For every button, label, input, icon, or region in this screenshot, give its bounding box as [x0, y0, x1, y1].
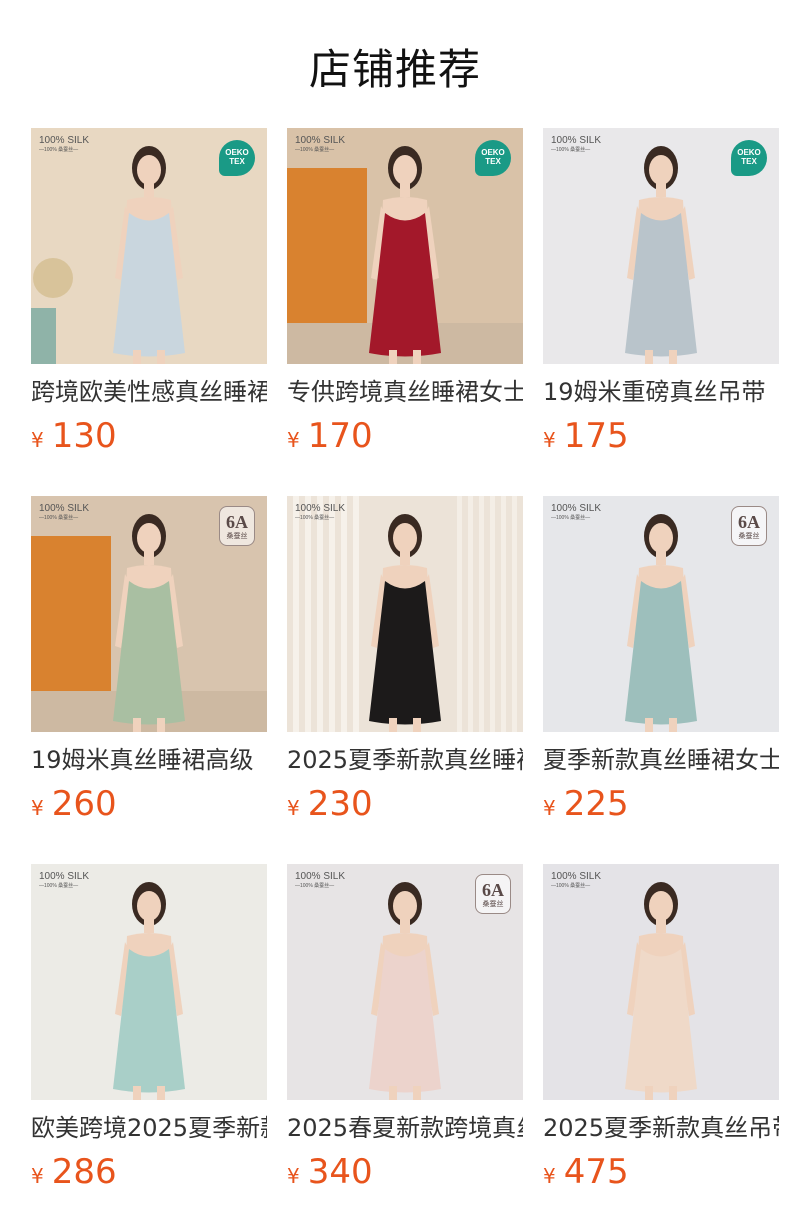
silk-logo-subtext: —100% 桑蚕丝—: [295, 147, 335, 153]
silk-logo: 100% SILK —100% 桑蚕丝—: [551, 872, 601, 889]
product-price: ¥170: [287, 416, 523, 456]
product-image[interactable]: 100% SILK —100% 桑蚕丝—: [31, 864, 267, 1100]
product-price: ¥175: [543, 416, 779, 456]
silk-logo-subtext: —100% 桑蚕丝—: [551, 883, 591, 889]
silk-logo-text: 100% SILK: [39, 135, 90, 146]
section-title: 店铺推荐: [308, 45, 481, 94]
oeko-tex-badge: OEKO TEX: [219, 140, 255, 176]
currency-symbol: ¥: [287, 1164, 300, 1188]
silk-logo: 100% SILK —100% 桑蚕丝—: [295, 872, 345, 889]
price-value: 175: [563, 416, 629, 456]
oeko-tex-badge: OEKO TEX: [731, 140, 767, 176]
product-price: ¥260: [31, 784, 267, 824]
product-name[interactable]: 专供跨境真丝睡裙女士: [287, 377, 523, 407]
silk-logo-subtext: —100% 桑蚕丝—: [39, 883, 79, 889]
product-grid: 100% SILK —100% 桑蚕丝— OEKO TEX 跨境欧美性感真丝睡裙 ¥130…: [31, 128, 790, 1232]
product-name[interactable]: 欧美跨境2025夏季新款: [31, 1113, 267, 1143]
silk-logo-subtext: —100% 桑蚕丝—: [551, 147, 591, 153]
currency-symbol: ¥: [31, 796, 44, 820]
product-image[interactable]: 100% SILK —100% 桑蚕丝—: [287, 496, 523, 732]
silk-logo: 100% SILK —100% 桑蚕丝—: [39, 872, 89, 889]
product-price: ¥340: [287, 1152, 523, 1192]
product-image[interactable]: 100% SILK —100% 桑蚕丝— OEKO TEX: [543, 128, 779, 364]
silk-logo-text: 100% SILK: [551, 871, 602, 882]
silk-logo: 100% SILK —100% 桑蚕丝—: [39, 504, 89, 521]
price-value: 475: [563, 1152, 629, 1192]
product-image[interactable]: 100% SILK —100% 桑蚕丝— OEKO TEX: [31, 128, 267, 364]
product-image[interactable]: 100% SILK —100% 桑蚕丝—: [543, 864, 779, 1100]
product-card[interactable]: 100% SILK —100% 桑蚕丝— 2025夏季新款真丝睡裙 ¥230: [287, 496, 523, 864]
grade-6a-badge: 6A 桑蚕丝: [475, 874, 511, 914]
silk-logo: 100% SILK —100% 桑蚕丝—: [295, 136, 345, 153]
price-value: 225: [563, 784, 629, 824]
product-image[interactable]: 100% SILK —100% 桑蚕丝— 6A 桑蚕丝: [543, 496, 779, 732]
silk-logo-subtext: —100% 桑蚕丝—: [295, 515, 335, 521]
product-price: ¥230: [287, 784, 523, 824]
product-price: ¥130: [31, 416, 267, 456]
product-card[interactable]: 100% SILK —100% 桑蚕丝— 6A 桑蚕丝夏季新款真丝睡裙女士 ¥225: [543, 496, 779, 864]
silk-logo-text: 100% SILK: [295, 135, 346, 146]
grade-6a-badge: 6A 桑蚕丝: [731, 506, 767, 546]
product-name[interactable]: 夏季新款真丝睡裙女士: [543, 745, 779, 775]
currency-symbol: ¥: [543, 428, 556, 452]
price-value: 340: [307, 1152, 373, 1192]
price-value: 230: [307, 784, 373, 824]
product-price: ¥286: [31, 1152, 267, 1192]
product-price: ¥225: [543, 784, 779, 824]
currency-symbol: ¥: [543, 796, 556, 820]
product-image[interactable]: 100% SILK —100% 桑蚕丝— 6A 桑蚕丝: [31, 496, 267, 732]
product-card[interactable]: 100% SILK —100% 桑蚕丝— OEKO TEX 跨境欧美性感真丝睡裙 ¥130: [31, 128, 267, 496]
oeko-tex-badge: OEKO TEX: [475, 140, 511, 176]
price-value: 260: [51, 784, 117, 824]
product-card[interactable]: 100% SILK —100% 桑蚕丝— OEKO TEX 19姆米重磅真丝吊带 ¥175: [543, 128, 779, 496]
silk-logo-subtext: —100% 桑蚕丝—: [295, 883, 335, 889]
currency-symbol: ¥: [287, 796, 300, 820]
silk-logo-subtext: —100% 桑蚕丝—: [39, 515, 79, 521]
silk-logo-text: 100% SILK: [551, 135, 602, 146]
product-name[interactable]: 2025春夏新款跨境真丝: [287, 1113, 523, 1143]
silk-logo: 100% SILK —100% 桑蚕丝—: [295, 504, 345, 521]
silk-logo-text: 100% SILK: [295, 871, 346, 882]
product-card[interactable]: 100% SILK —100% 桑蚕丝— 6A 桑蚕丝 2025春夏新款跨境真丝 ¥340: [287, 864, 523, 1232]
product-image[interactable]: 100% SILK —100% 桑蚕丝— 6A 桑蚕丝: [287, 864, 523, 1100]
price-value: 170: [307, 416, 373, 456]
silk-logo-text: 100% SILK: [39, 871, 90, 882]
price-value: 286: [51, 1152, 117, 1192]
silk-logo-subtext: —100% 桑蚕丝—: [551, 515, 591, 521]
product-card[interactable]: 100% SILK —100% 桑蚕丝— 6A 桑蚕丝 19姆米真丝睡裙高级 ¥260: [31, 496, 267, 864]
product-name[interactable]: 19姆米真丝睡裙高级: [31, 745, 267, 775]
silk-logo-text: 100% SILK: [39, 503, 90, 514]
product-card[interactable]: 100% SILK —100% 桑蚕丝— OEKO TEX 专供跨境真丝睡裙女士 ¥170: [287, 128, 523, 496]
product-name[interactable]: 2025夏季新款真丝吊带: [543, 1113, 779, 1143]
product-price: ¥475: [543, 1152, 779, 1192]
currency-symbol: ¥: [31, 428, 44, 452]
product-image[interactable]: 100% SILK —100% 桑蚕丝— OEKO TEX: [287, 128, 523, 364]
product-name[interactable]: 19姆米重磅真丝吊带: [543, 377, 779, 407]
silk-logo: 100% SILK —100% 桑蚕丝—: [551, 136, 601, 153]
product-name[interactable]: 跨境欧美性感真丝睡裙: [31, 377, 267, 407]
silk-logo: 100% SILK —100% 桑蚕丝—: [39, 136, 89, 153]
silk-logo-subtext: —100% 桑蚕丝—: [39, 147, 79, 153]
silk-logo-text: 100% SILK: [551, 503, 602, 514]
silk-logo: 100% SILK —100% 桑蚕丝—: [551, 504, 601, 521]
currency-symbol: ¥: [287, 428, 300, 452]
silk-logo-text: 100% SILK: [295, 503, 346, 514]
product-card[interactable]: 100% SILK —100% 桑蚕丝— 欧美跨境2025夏季新款 ¥286: [31, 864, 267, 1232]
currency-symbol: ¥: [543, 1164, 556, 1188]
price-value: 130: [51, 416, 117, 456]
grade-6a-badge: 6A 桑蚕丝: [219, 506, 255, 546]
currency-symbol: ¥: [31, 1164, 44, 1188]
product-card[interactable]: 100% SILK —100% 桑蚕丝— 2025夏季新款真丝吊带 ¥475: [543, 864, 779, 1232]
product-name[interactable]: 2025夏季新款真丝睡裙: [287, 745, 523, 775]
